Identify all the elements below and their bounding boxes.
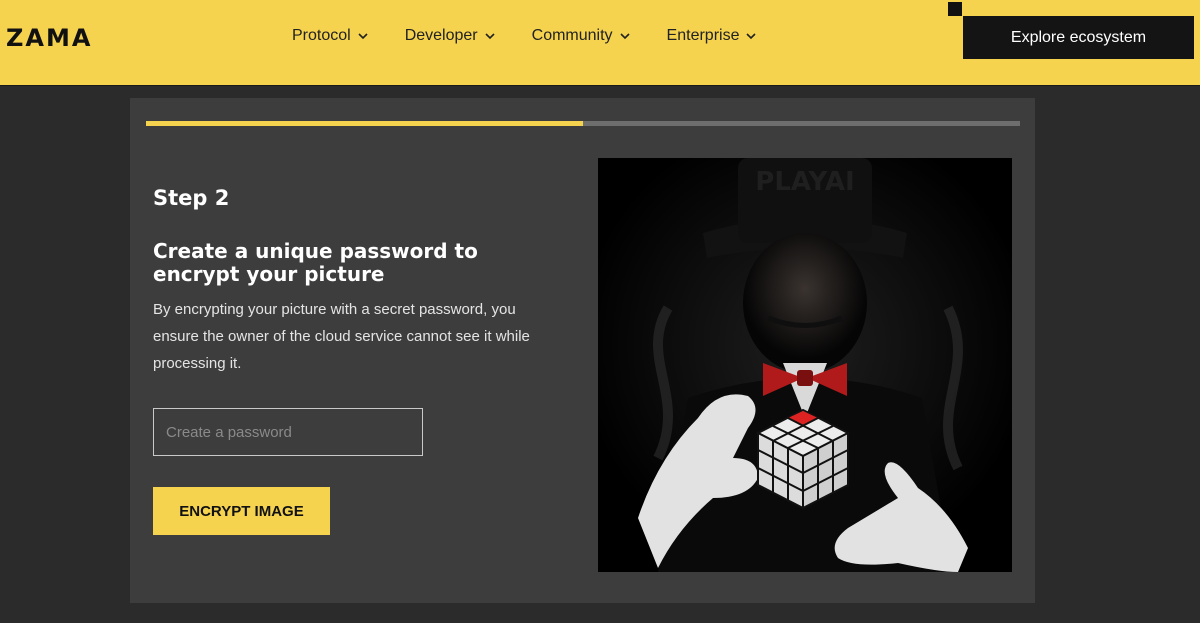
chevron-down-icon bbox=[485, 33, 495, 40]
step-title: Create a unique password to encrypt your… bbox=[153, 239, 478, 286]
chevron-down-icon bbox=[619, 33, 630, 40]
password-input[interactable] bbox=[153, 408, 423, 456]
chevron-down-icon bbox=[746, 33, 757, 40]
encrypt-image-button[interactable]: ENCRYPT IMAGE bbox=[153, 487, 330, 535]
magician-picture: PLAYAI bbox=[598, 158, 1012, 572]
decorative-square bbox=[948, 2, 962, 16]
zama-logo[interactable]: ZAMA bbox=[6, 24, 92, 52]
nav-item-label: Protocol bbox=[292, 27, 351, 44]
step-label: Step 2 bbox=[153, 186, 230, 210]
nav-item-enterprise[interactable]: Enterprise bbox=[667, 27, 760, 45]
nav-item-label: Community bbox=[531, 27, 613, 44]
step-description: By encrypting your picture with a secret… bbox=[153, 301, 530, 372]
hat-text: PLAYAI bbox=[755, 167, 854, 197]
nav-item-label: Enterprise bbox=[666, 27, 740, 44]
progress-fill bbox=[146, 121, 583, 126]
encryption-step-card: Step 2 Create a unique password to encry… bbox=[130, 98, 1035, 603]
explore-ecosystem-button[interactable]: Explore ecosystem bbox=[963, 16, 1194, 59]
nav-item-community[interactable]: Community bbox=[532, 27, 633, 45]
magician-illustration: PLAYAI bbox=[598, 158, 1012, 572]
nav-item-developer[interactable]: Developer bbox=[405, 27, 498, 45]
main-nav: Protocol Developer Community Enterprise bbox=[292, 27, 759, 45]
site-header: ZAMA Protocol Developer Community Enterp… bbox=[0, 0, 1200, 86]
nav-item-protocol[interactable]: Protocol bbox=[292, 27, 371, 45]
step-progress-bar bbox=[146, 121, 1020, 126]
nav-item-label: Developer bbox=[404, 27, 478, 44]
chevron-down-icon bbox=[358, 33, 368, 40]
